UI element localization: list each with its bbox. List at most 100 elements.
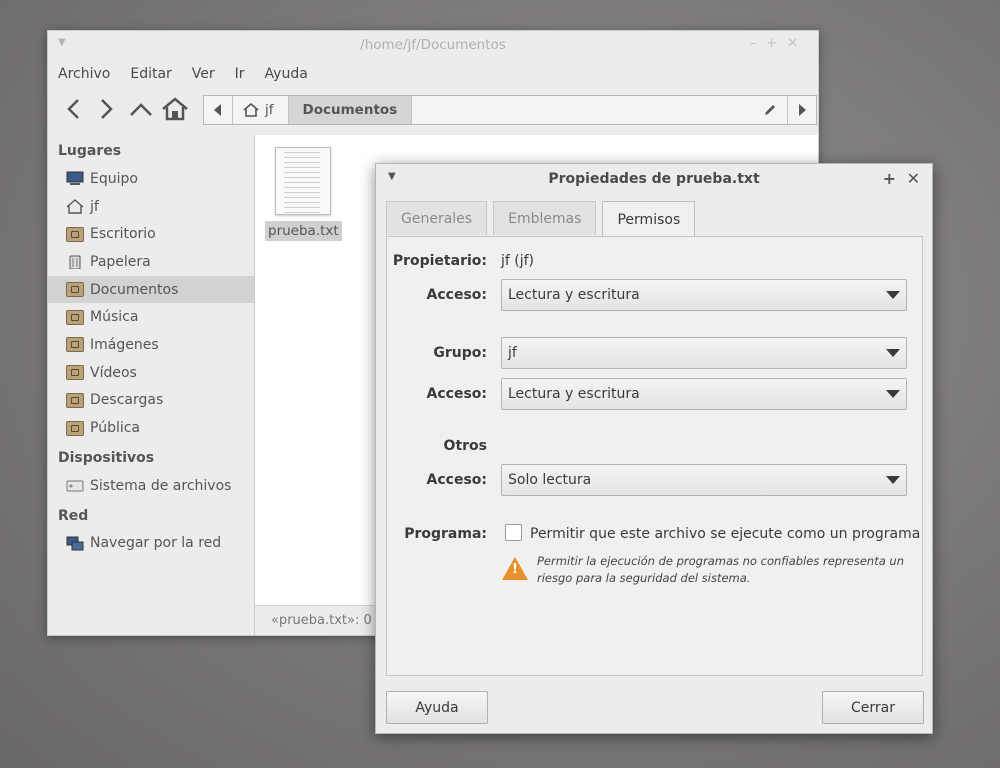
group-select[interactable]: jf	[501, 337, 907, 369]
folder-icon	[66, 392, 84, 408]
sidebar-item-videos[interactable]: Vídeos	[48, 359, 254, 387]
menu-editar[interactable]: Editar	[130, 66, 171, 82]
folder-icon	[66, 282, 84, 298]
dropdown-arrow-icon	[886, 349, 900, 357]
fm-window-title: /home/jf/Documentos	[360, 37, 506, 53]
executable-checkbox[interactable]	[505, 524, 522, 541]
executable-checkbox-label[interactable]: Permitir que este archivo se ejecute com…	[530, 526, 920, 542]
dropdown-arrow-icon	[886, 390, 900, 398]
sidebar-item-documentos[interactable]: Documentos	[48, 275, 254, 304]
caret-right-icon	[799, 104, 806, 116]
sidebar-item-label: Papelera	[90, 253, 151, 270]
group-access-select[interactable]: Lectura y escritura	[501, 378, 907, 410]
network-icon	[66, 536, 84, 551]
folder-icon	[66, 337, 84, 353]
path-current-label: Documentos	[302, 102, 398, 118]
path-bar: jf Documentos	[203, 95, 817, 125]
close-button[interactable]: Cerrar	[822, 691, 924, 724]
warning-icon: !	[502, 557, 528, 580]
window-menu-icon[interactable]: ▼	[388, 171, 396, 182]
home-icon	[162, 97, 188, 121]
sidebar-item-label: Sistema de archivos	[90, 477, 232, 494]
sidebar-item-label: Vídeos	[90, 364, 137, 381]
text-file-icon	[275, 147, 331, 215]
window-menu-icon[interactable]: ▼	[58, 37, 66, 48]
chevron-right-icon	[101, 99, 113, 119]
sidebar: Lugares Equipo jf Escritorio Papelera Do…	[48, 135, 255, 635]
trash-icon	[69, 255, 81, 270]
tab-generales[interactable]: Generales	[386, 201, 488, 235]
sidebar-item-papelera[interactable]: Papelera	[48, 248, 254, 276]
sidebar-item-label: Escritorio	[90, 226, 156, 243]
sidebar-header-devices: Dispositivos	[58, 449, 155, 466]
sidebar-item-label: jf	[90, 198, 99, 215]
sidebar-item-label: Imágenes	[90, 336, 159, 353]
window-controls[interactable]: –+✕	[750, 36, 808, 51]
status-text: «prueba.txt»: 0	[271, 613, 372, 628]
sidebar-item-descargas[interactable]: Descargas	[48, 387, 254, 415]
chevron-left-icon	[67, 99, 79, 119]
others-label: Otros	[443, 438, 487, 454]
menu-ayuda[interactable]: Ayuda	[265, 66, 308, 82]
menu-ir[interactable]: Ir	[235, 66, 245, 82]
sidebar-item-imagenes[interactable]: Imágenes	[48, 331, 254, 359]
tab-permisos[interactable]: Permisos	[602, 201, 696, 237]
sidebar-item-label: Documentos	[90, 281, 179, 298]
home-button[interactable]	[158, 93, 192, 125]
sidebar-item-jf[interactable]: jf	[48, 193, 254, 221]
sidebar-item-label: Descargas	[90, 392, 164, 409]
properties-dialog: ▼ Propiedades de prueba.txt + ✕ Generale…	[375, 163, 933, 734]
sidebar-item-label: Navegar por la red	[90, 535, 222, 552]
folder-icon	[66, 309, 84, 325]
sidebar-header-places: Lugares	[58, 143, 122, 159]
close-icon[interactable]: ✕	[907, 169, 920, 188]
group-access-value: Lectura y escritura	[508, 386, 640, 402]
owner-access-label: Acceso:	[426, 287, 487, 303]
path-scroll-left-button[interactable]	[204, 96, 233, 124]
path-home-label: jf	[265, 102, 274, 118]
folder-icon	[66, 226, 84, 242]
up-button[interactable]	[124, 93, 158, 125]
program-label: Programa:	[404, 526, 487, 542]
owner-access-select[interactable]: Lectura y escritura	[501, 279, 907, 311]
owner-access-value: Lectura y escritura	[508, 287, 640, 303]
sidebar-item-publica[interactable]: Pública	[48, 414, 254, 442]
menu-archivo[interactable]: Archivo	[58, 66, 110, 82]
permissions-panel: Propietario: jf (jf) Acceso: Lectura y e…	[386, 236, 923, 676]
owner-value: jf (jf)	[501, 253, 535, 269]
fm-titlebar: ▼ /home/jf/Documentos –+✕	[48, 31, 818, 59]
group-label: Grupo:	[433, 345, 487, 361]
path-scroll-right-button[interactable]	[787, 96, 816, 124]
folder-icon	[66, 365, 84, 381]
dropdown-arrow-icon	[886, 291, 900, 299]
sidebar-header-network: Red	[58, 507, 89, 524]
others-access-value: Solo lectura	[508, 472, 592, 488]
dialog-titlebar: ▼ Propiedades de prueba.txt + ✕	[376, 164, 932, 194]
menubar: Archivo Editar Ver Ir Ayuda	[48, 59, 818, 89]
path-fill	[412, 96, 787, 124]
path-home-segment[interactable]: jf	[233, 96, 289, 124]
home-icon	[243, 103, 259, 117]
pin-icon[interactable]: +	[883, 169, 896, 188]
sidebar-item-musica[interactable]: Música	[48, 303, 254, 331]
forward-button[interactable]	[90, 93, 124, 125]
drive-icon	[66, 480, 84, 492]
owner-label: Propietario:	[392, 253, 487, 269]
sidebar-item-equipo[interactable]: Equipo	[48, 165, 254, 193]
tab-emblemas[interactable]: Emblemas	[493, 201, 597, 235]
caret-left-icon	[214, 104, 221, 116]
help-button[interactable]: Ayuda	[386, 691, 488, 724]
path-current-segment[interactable]: Documentos	[288, 96, 413, 124]
home-icon	[66, 199, 84, 214]
others-access-select[interactable]: Solo lectura	[501, 464, 907, 496]
back-button[interactable]	[56, 93, 90, 125]
menu-ver[interactable]: Ver	[192, 66, 215, 82]
pencil-icon[interactable]	[763, 103, 777, 117]
tab-bar: Generales Emblemas Permisos	[386, 201, 701, 237]
sidebar-item-network[interactable]: Navegar por la red	[48, 530, 254, 558]
sidebar-item-filesystem[interactable]: Sistema de archivos	[48, 472, 254, 500]
sidebar-item-escritorio[interactable]: Escritorio	[48, 220, 254, 248]
folder-icon	[66, 420, 84, 436]
file-item[interactable]: prueba.txt	[265, 147, 342, 241]
group-access-label: Acceso:	[426, 386, 487, 402]
